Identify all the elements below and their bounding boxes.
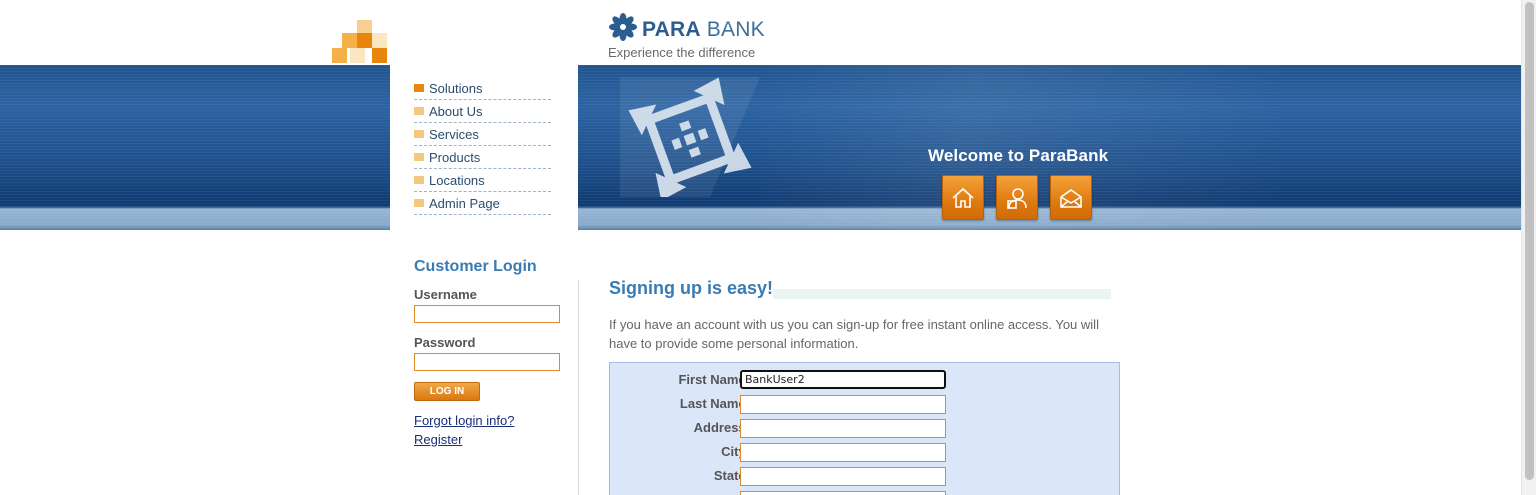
menu-item-admin-page[interactable]: Admin Page: [414, 192, 551, 215]
city-input[interactable]: [740, 443, 946, 462]
parabank-logo[interactable]: PARA BANK: [608, 12, 765, 47]
vertical-scrollbar[interactable]: [1521, 0, 1536, 495]
column-divider: [578, 280, 579, 495]
bullet-icon: [414, 107, 424, 115]
welcome-text: Welcome to ParaBank: [928, 146, 1109, 165]
title-underline: [773, 289, 1111, 299]
about-icon: [1007, 187, 1027, 209]
menu-item-solutions[interactable]: Solutions: [414, 77, 551, 100]
menu-item-label[interactable]: Admin Page: [429, 196, 500, 211]
bullet-icon: [414, 176, 424, 184]
register-link[interactable]: Register: [414, 432, 462, 447]
next-field-input[interactable]: [740, 491, 946, 495]
bullet-icon: [414, 153, 424, 161]
address-input[interactable]: [740, 419, 946, 438]
about-button[interactable]: [996, 175, 1038, 220]
menu-item-products[interactable]: Products: [414, 146, 551, 169]
bullet-icon: [414, 199, 424, 207]
forgot-login-link[interactable]: Forgot login info?: [414, 413, 514, 428]
left-menu: Solutions About Us Services Products Loc…: [414, 77, 551, 215]
flower-logo-icon: [608, 12, 638, 47]
menu-item-label[interactable]: About Us: [429, 104, 482, 119]
username-input[interactable]: [414, 305, 560, 323]
menu-item-label[interactable]: Products: [429, 150, 480, 165]
menu-item-label[interactable]: Locations: [429, 173, 485, 188]
scrollbar-thumb[interactable]: [1525, 2, 1534, 480]
last-name-input[interactable]: [740, 395, 946, 414]
menu-item-locations[interactable]: Locations: [414, 169, 551, 192]
menu-item-label[interactable]: Solutions: [429, 81, 482, 96]
password-label: Password: [414, 335, 476, 350]
home-icon: [952, 187, 974, 208]
menu-item-about-us[interactable]: About Us: [414, 100, 551, 123]
login-button[interactable]: LOG IN: [414, 382, 480, 401]
menu-item-label[interactable]: Services: [429, 127, 479, 142]
header-banner: [0, 65, 1521, 230]
envelope-icon: [1060, 188, 1082, 208]
intro-text: If you have an account with us you can s…: [609, 317, 1099, 351]
decorative-blocks: [332, 20, 390, 65]
bullet-icon: [414, 84, 424, 92]
username-label: Username: [414, 287, 477, 302]
tagline: Experience the difference: [608, 45, 756, 60]
arrows-graphic-icon: [620, 77, 760, 197]
bullet-icon: [414, 130, 424, 138]
page-title: Signing up is easy!: [609, 278, 774, 298]
logo-text: PARA BANK: [642, 17, 765, 41]
state-input[interactable]: [740, 467, 946, 486]
home-button[interactable]: [942, 175, 984, 220]
password-input[interactable]: [414, 353, 560, 371]
first-name-input[interactable]: [740, 370, 946, 389]
contact-button[interactable]: [1050, 175, 1092, 220]
customer-login-title: Customer Login: [414, 258, 537, 275]
menu-item-services[interactable]: Services: [414, 123, 551, 146]
